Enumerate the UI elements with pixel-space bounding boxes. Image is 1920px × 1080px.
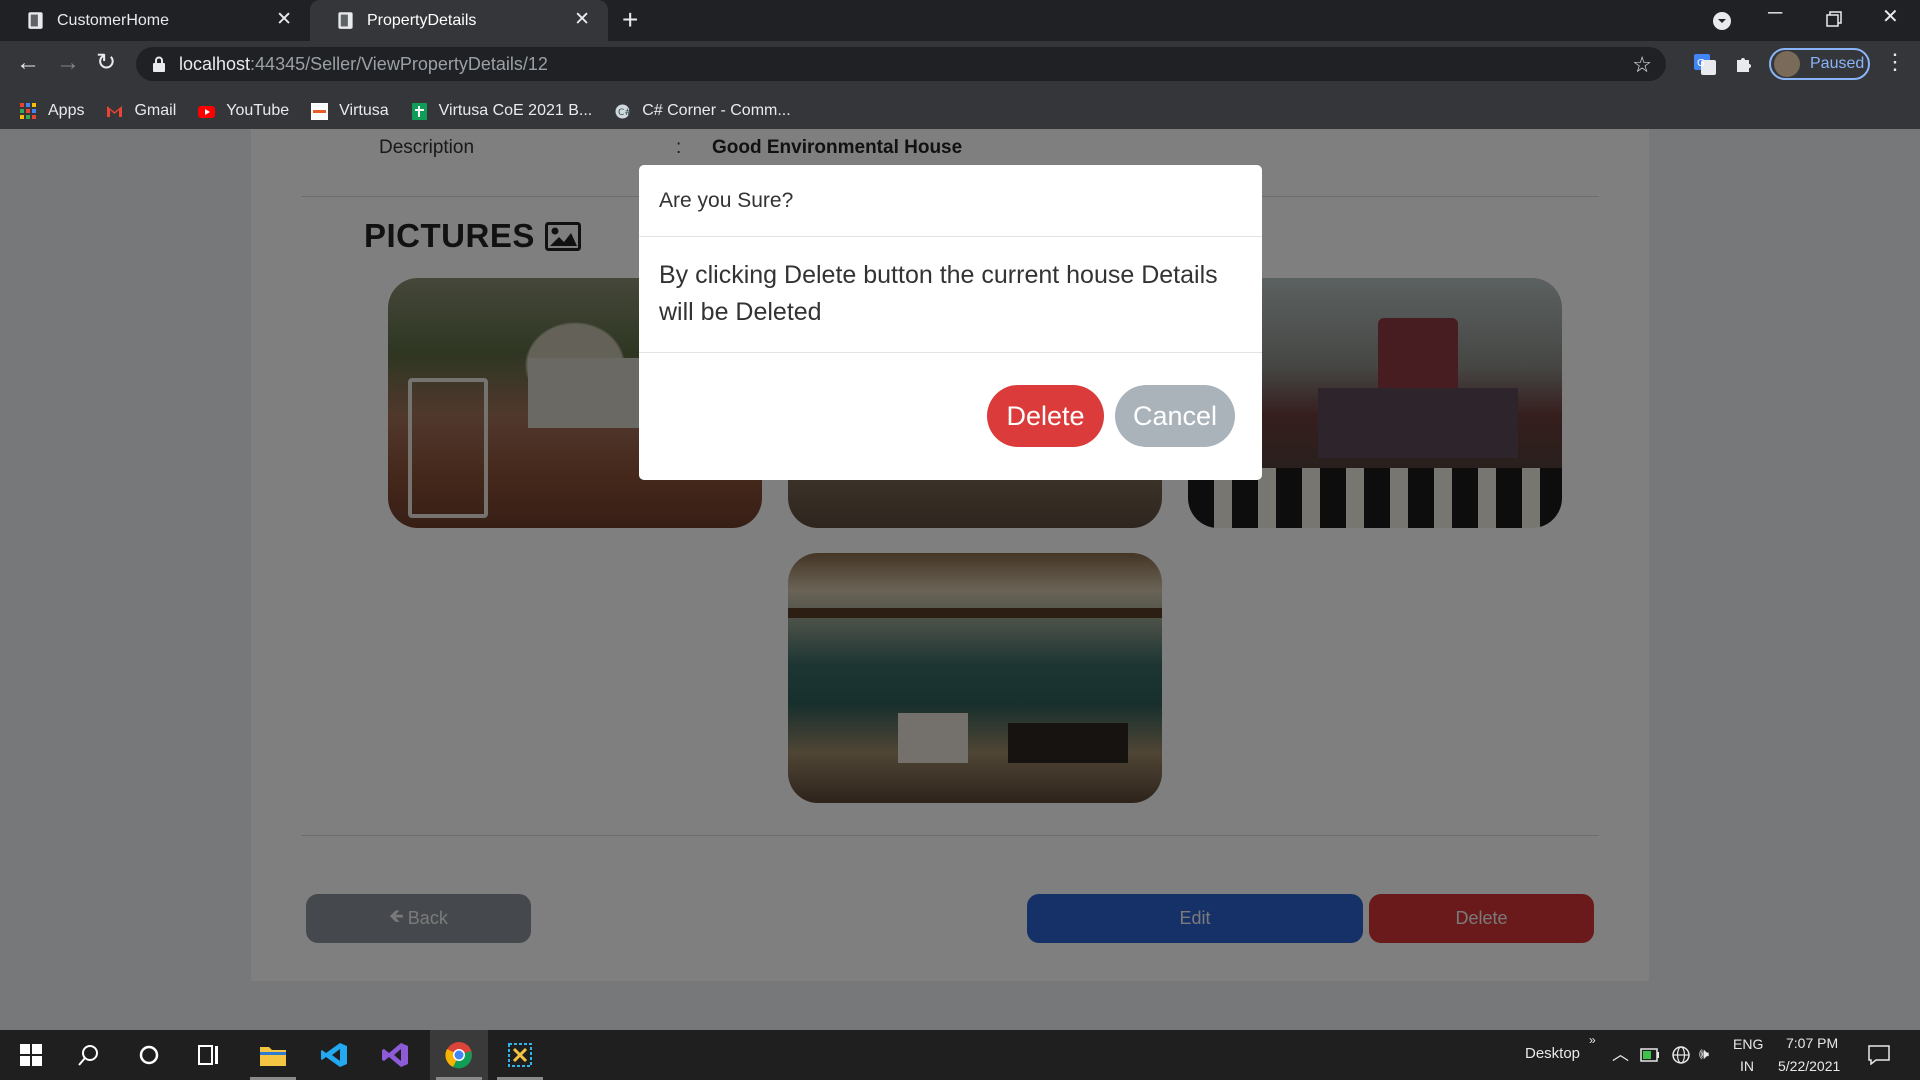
bookmarks-bar: Apps Gmail YouTube Virtusa Virtusa CoE 2… — [0, 93, 1920, 129]
close-tab-icon[interactable]: ✕ — [574, 9, 590, 31]
apps-grid-icon — [20, 102, 36, 119]
document-icon — [28, 12, 43, 29]
globe-network-icon[interactable] — [1671, 1045, 1691, 1065]
clock-time[interactable]: 7:07 PM — [1786, 1035, 1838, 1051]
back-arrow-icon[interactable]: ← — [16, 51, 40, 75]
windows-taskbar: Desktop » ︿ 🕪 ENG IN 7:07 PM 5/22/2021 — [0, 1030, 1920, 1080]
modal-delete-button[interactable]: Delete — [987, 385, 1104, 447]
chrome-icon[interactable] — [430, 1030, 488, 1080]
vscode-icon[interactable] — [305, 1030, 363, 1080]
modal-footer-divider — [639, 352, 1262, 353]
sheets-icon — [411, 102, 427, 120]
modal-body-text: By clicking Delete button the current ho… — [659, 261, 1218, 326]
profile-button[interactable]: Paused — [1769, 48, 1870, 80]
youtube-icon — [198, 105, 216, 118]
forward-arrow-icon[interactable]: → — [56, 51, 80, 75]
more-menu-icon[interactable]: ⋮ — [1884, 49, 1906, 75]
browser-toolbar: ← → ↻ localhost:44345/Seller/ViewPropert… — [0, 41, 1920, 129]
task-view-icon[interactable] — [180, 1030, 238, 1080]
bookmark-label: Virtusa CoE 2021 B... — [438, 102, 593, 119]
notifications-icon[interactable] — [1868, 1045, 1890, 1065]
windows-start-icon[interactable] — [2, 1030, 60, 1080]
bookmark-star-icon[interactable]: ☆ — [1632, 52, 1652, 78]
search-icon[interactable] — [60, 1030, 118, 1080]
volume-icon[interactable]: 🕪 — [1699, 1046, 1709, 1063]
tab-title: CustomerHome — [57, 11, 170, 29]
profile-status: Paused — [1810, 55, 1865, 72]
bookmark-csharp-corner[interactable]: C# C# Corner - Comm... — [614, 102, 791, 120]
extensions-puzzle-icon[interactable] — [1733, 52, 1757, 76]
bookmark-gmail[interactable]: Gmail — [106, 102, 176, 120]
avatar — [1774, 51, 1800, 77]
delete-confirmation-modal: Are you Sure? By clicking Delete button … — [639, 165, 1262, 480]
toolbar-overflow-icon[interactable]: » — [1589, 1033, 1596, 1047]
desktop-toolbar-label[interactable]: Desktop — [1525, 1045, 1580, 1062]
chevron-up-icon[interactable]: ︿ — [1612, 1046, 1629, 1063]
bookmark-label: Apps — [48, 102, 85, 119]
google-translate-icon[interactable]: G — [1693, 52, 1717, 76]
reload-icon[interactable]: ↻ — [96, 51, 116, 75]
bookmark-virtusa[interactable]: Virtusa — [311, 102, 389, 120]
browser-tabstrip: CustomerHome ✕ PropertyDetails ✕ + ─ ✕ — [0, 0, 1920, 41]
bookmark-label: Gmail — [134, 102, 177, 119]
tab-title: PropertyDetails — [367, 11, 477, 29]
battery-icon[interactable] — [1640, 1048, 1660, 1062]
csharp-corner-icon: C# — [615, 104, 631, 118]
modal-title: Are you Sure? — [659, 189, 794, 212]
bookmark-virtusa-coe[interactable]: Virtusa CoE 2021 B... — [411, 102, 593, 120]
url-text: localhost:44345/Seller/ViewPropertyDetai… — [179, 54, 548, 75]
close-window-icon[interactable]: ✕ — [1882, 4, 1899, 29]
snipping-tool-icon[interactable] — [491, 1030, 549, 1080]
virtusa-icon — [311, 102, 329, 120]
cortana-icon[interactable] — [120, 1030, 178, 1080]
restore-icon[interactable] — [1826, 11, 1842, 27]
new-tab-icon[interactable]: + — [622, 6, 638, 34]
bookmark-youtube[interactable]: YouTube — [198, 102, 289, 120]
clock-date[interactable]: 5/22/2021 — [1778, 1058, 1840, 1074]
modal-cancel-button[interactable]: Cancel — [1115, 385, 1235, 447]
bookmark-label: C# Corner - Comm... — [642, 102, 791, 119]
modal-delete-label: Delete — [1006, 400, 1085, 431]
address-bar[interactable]: localhost:44345/Seller/ViewPropertyDetai… — [136, 47, 1666, 81]
svg-text:C#: C# — [618, 108, 631, 118]
language-region[interactable]: IN — [1740, 1058, 1754, 1074]
tab-property-details[interactable]: PropertyDetails ✕ — [310, 0, 608, 41]
gmail-icon — [107, 105, 123, 117]
url-path: :44345/Seller/ViewPropertyDetails/12 — [250, 53, 548, 74]
lock-icon — [153, 56, 165, 72]
bookmark-label: YouTube — [226, 102, 290, 119]
language-code[interactable]: ENG — [1733, 1036, 1763, 1052]
bookmark-apps[interactable]: Apps — [20, 102, 84, 120]
svg-text:G: G — [1697, 58, 1705, 69]
visual-studio-icon[interactable] — [366, 1030, 424, 1080]
close-tab-icon[interactable]: ✕ — [276, 9, 292, 31]
document-icon — [338, 12, 353, 29]
tab-customer-home[interactable]: CustomerHome ✕ — [0, 0, 310, 41]
file-explorer-icon[interactable] — [244, 1030, 302, 1080]
minimize-icon[interactable]: ─ — [1768, 2, 1782, 25]
tab-search-icon[interactable] — [1712, 11, 1732, 31]
bookmark-label: Virtusa — [339, 102, 389, 119]
modal-header: Are you Sure? — [639, 165, 1262, 237]
url-host: localhost — [179, 53, 251, 74]
modal-cancel-label: Cancel — [1132, 400, 1218, 431]
